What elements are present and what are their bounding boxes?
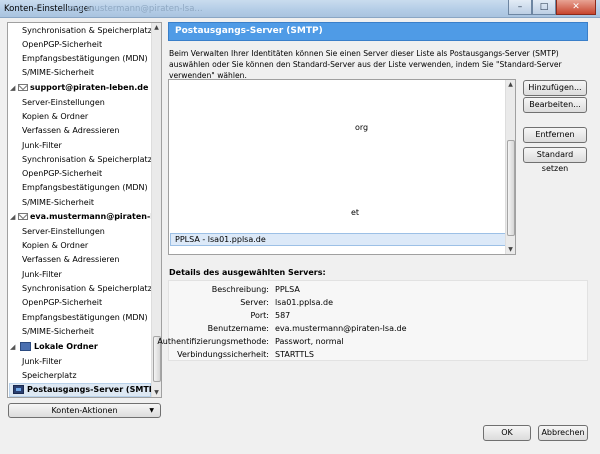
title-bar: Konten-Einstellungen eva.mustermann@pira… [0,0,600,18]
tree-item-copies-folders-3[interactable]: Kopien & Ordner [22,239,88,253]
detail-value: Passwort, normal [275,337,344,346]
tree-item-junk-3[interactable]: Junk-Filter [22,268,62,282]
detail-key: Verbindungssicherheit: [177,350,269,359]
detail-row: Beschreibung: PPLSA [169,283,589,296]
detail-key: Benutzername: [207,324,269,333]
detail-key: Server: [240,298,269,307]
detail-row: Port: 587 [169,309,589,322]
server-entry-fragment[interactable]: org [355,123,368,132]
close-icon[interactable]: ✕ [556,0,596,15]
tree-item-outgoing-server[interactable]: Postausgangs-Server (SMTP) [9,383,158,397]
tree-item-junk-local[interactable]: Junk-Filter [22,355,62,369]
cancel-button[interactable]: Abbrechen [538,425,588,441]
detail-value: STARTTLS [275,350,314,359]
outbox-icon [13,385,24,394]
account-label: support@piraten-leben.de [30,83,149,92]
details-heading: Details des ausgewählten Servers: [169,268,326,277]
scrollbar-thumb[interactable] [507,140,515,236]
tree-item-openpgp-1[interactable]: OpenPGP-Sicherheit [22,38,102,52]
tree-item-smime-2[interactable]: S/MIME-Sicherheit [22,196,94,210]
detail-row: Authentifizierungsmethode: Passwort, norm… [157,335,589,348]
tree-item-openpgp-3[interactable]: OpenPGP-Sicherheit [22,296,102,310]
detail-key: Authentifizierungsmethode: [157,337,269,346]
scroll-up-icon[interactable]: ▲ [152,23,161,32]
detail-row: Server: lsa01.pplsa.de [169,296,589,309]
scroll-up-icon[interactable]: ▲ [506,80,515,89]
scroll-down-icon[interactable]: ▼ [152,388,161,397]
minimize-icon[interactable]: – [508,0,532,15]
detail-value: eva.mustermann@piraten-lsa.de [275,324,407,333]
tree-item-sync-storage-1[interactable]: Synchronisation & Speicherplatz [22,24,152,38]
account-tree[interactable]: Synchronisation & Speicherplatz OpenPGP-… [7,22,162,398]
collapse-icon[interactable]: ◢ [10,81,18,95]
ok-button[interactable]: OK [483,425,531,441]
tree-account-eva[interactable]: ◢ eva.mustermann@piraten-lsa.de [10,210,161,224]
server-details: Beschreibung: PPLSA Server: lsa01.pplsa.de… [157,280,589,361]
account-actions-label: Konten-Aktionen [51,406,118,415]
account-label: eva.mustermann@piraten-lsa.de [30,212,161,221]
envelope-icon [18,84,28,91]
tree-item-sync-storage-3[interactable]: Synchronisation & Speicherplatz [22,282,152,296]
tree-item-sync-storage-2[interactable]: Synchronisation & Speicherplatz [22,153,152,167]
add-server-button[interactable]: Hinzufügen... [523,80,587,96]
tree-item-openpgp-2[interactable]: OpenPGP-Sicherheit [22,167,102,181]
tree-item-composition-3[interactable]: Verfassen & Adressieren [22,253,119,267]
tree-item-smime-1[interactable]: S/MIME-Sicherheit [22,66,94,80]
tree-item-server-settings-2[interactable]: Server-Einstellungen [22,96,105,110]
server-entry-fragment[interactable]: et [351,208,359,217]
tree-local-folders[interactable]: ◢ Lokale Ordner [10,340,98,354]
tree-item-junk-2[interactable]: Junk-Filter [22,139,62,153]
tree-item-server-settings-3[interactable]: Server-Einstellungen [22,225,105,239]
detail-row: Verbindungssicherheit: STARTTLS [169,348,589,361]
edit-server-button[interactable]: Bearbeiten... [523,97,587,113]
remove-server-button[interactable]: Entfernen [523,127,587,143]
dropdown-arrow-icon: ▼ [149,407,154,414]
set-default-button[interactable]: Standard setzen [523,147,587,173]
detail-key: Beschreibung: [211,285,269,294]
collapse-icon[interactable]: ◢ [10,210,18,224]
collapse-icon[interactable]: ◢ [10,340,18,354]
tree-account-support[interactable]: ◢ support@piraten-leben.de [10,81,148,95]
background-window-title: eva.mustermann@piraten-lsa... [68,4,203,14]
detail-key: Port: [250,311,269,320]
tree-item-mdn-1[interactable]: Empfangsbestätigungen (MDN) [22,52,148,66]
tree-item-storage-local[interactable]: Speicherplatz [22,369,77,383]
maximize-icon[interactable]: □ [532,0,556,15]
detail-value: lsa01.pplsa.de [275,298,334,307]
detail-row: Benutzername: eva.mustermann@piraten-lsa.… [169,322,589,335]
detail-value: 587 [275,311,291,320]
envelope-icon [18,213,28,220]
tree-item-copies-folders-2[interactable]: Kopien & Ordner [22,110,88,124]
window-controls: – □ ✕ [508,0,596,15]
tree-item-composition-2[interactable]: Verfassen & Adressieren [22,124,119,138]
detail-value: PPLSA [275,285,300,294]
server-list-scrollbar[interactable]: ▲ ▼ [505,80,515,254]
account-actions-button[interactable]: Konten-Aktionen ▼ [8,403,161,418]
outgoing-server-label: Postausgangs-Server (SMTP) [27,385,159,394]
smtp-server-list[interactable]: org et PPLSA - lsa01.pplsa.de ▲ ▼ [168,79,516,255]
server-row-selected[interactable]: PPLSA - lsa01.pplsa.de [170,233,506,246]
tree-item-mdn-2[interactable]: Empfangsbestätigungen (MDN) [22,181,148,195]
panel-description: Beim Verwalten Ihrer Identitäten können … [169,49,562,80]
tree-item-smime-3[interactable]: S/MIME-Sicherheit [22,325,94,339]
monitor-icon [20,342,31,351]
local-folders-label: Lokale Ordner [34,342,98,351]
page-title: Postausgangs-Server (SMTP) [168,22,588,41]
tree-item-mdn-3[interactable]: Empfangsbestätigungen (MDN) [22,311,148,325]
scroll-down-icon[interactable]: ▼ [506,245,515,254]
